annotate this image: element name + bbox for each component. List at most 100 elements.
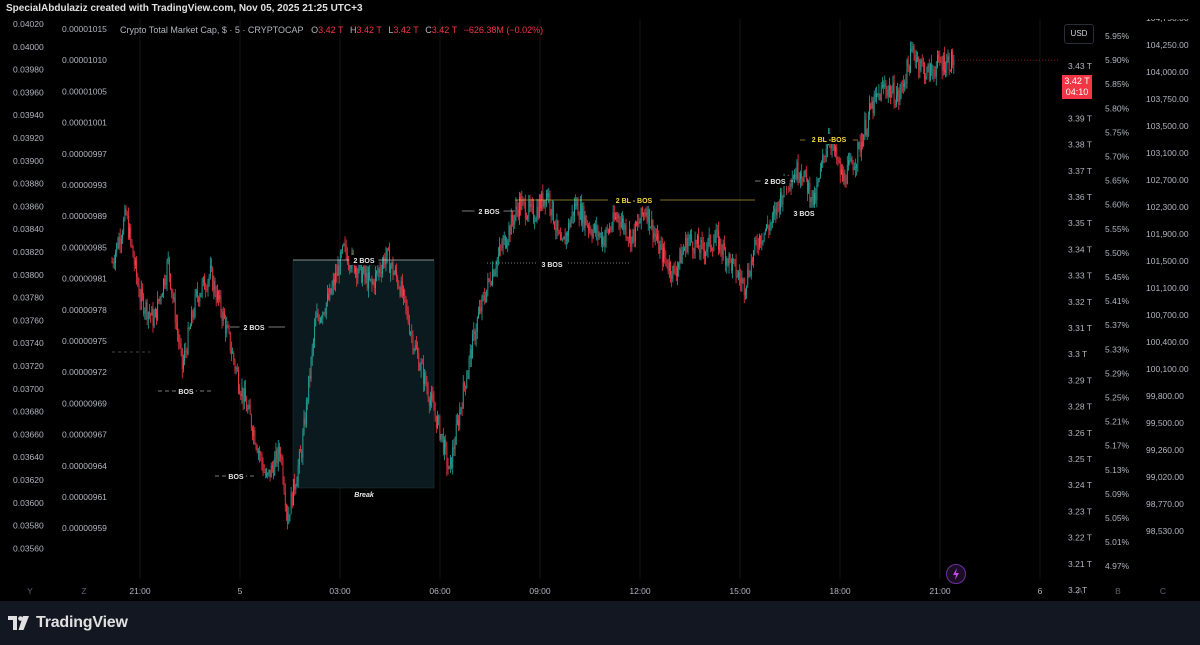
candle-body bbox=[732, 259, 733, 271]
currency-button[interactable]: USD bbox=[1064, 24, 1094, 44]
candle-body bbox=[755, 239, 757, 242]
tradingview-logo[interactable]: TradingView bbox=[8, 614, 128, 632]
candle-body bbox=[226, 325, 228, 334]
candle-body bbox=[277, 446, 279, 464]
candle-body bbox=[650, 227, 651, 229]
candle-body bbox=[115, 252, 116, 264]
candle-body bbox=[757, 247, 759, 248]
candle-body bbox=[346, 254, 348, 264]
candle-body bbox=[460, 407, 462, 411]
candle-body bbox=[920, 60, 922, 67]
candle-body bbox=[195, 290, 197, 295]
candle-body bbox=[548, 193, 550, 197]
candle-body bbox=[726, 258, 728, 265]
candle-body bbox=[612, 212, 614, 228]
candle-body bbox=[687, 239, 689, 252]
candle-body bbox=[496, 258, 498, 269]
right-axis-pct-label: 5.70% bbox=[1105, 152, 1130, 162]
candle-body bbox=[474, 330, 476, 341]
candle-body bbox=[623, 218, 625, 230]
candle-body bbox=[708, 235, 710, 240]
candle-body bbox=[848, 160, 849, 166]
right-axis-btc-label: 101,900.00 bbox=[1146, 229, 1189, 239]
candle-body bbox=[187, 327, 189, 354]
candle-body bbox=[592, 229, 594, 237]
lightning-icon[interactable] bbox=[946, 564, 966, 584]
candle-body bbox=[338, 265, 340, 275]
candle-body bbox=[510, 214, 512, 235]
left-axis-1-label: 0.04020 bbox=[13, 19, 44, 29]
candle-body bbox=[851, 158, 853, 165]
candle-body bbox=[706, 249, 708, 252]
candle-body bbox=[736, 276, 738, 277]
candle-body bbox=[618, 214, 620, 222]
candle-body bbox=[403, 289, 404, 296]
candle-body bbox=[363, 267, 365, 273]
price-chart[interactable]: 21:00 5 03:00 06:00 09:00 12:00 15:00 18:00 21:0… bbox=[0, 19, 1200, 601]
candle-body bbox=[137, 276, 139, 285]
candle-body bbox=[926, 68, 928, 77]
candle-body bbox=[819, 167, 821, 178]
left-axis-2-label: 0.00000964 bbox=[62, 461, 107, 471]
candle-body bbox=[504, 235, 506, 248]
candle-body bbox=[370, 278, 372, 280]
candle-body bbox=[831, 143, 833, 149]
axis-scale-button: Z bbox=[81, 586, 86, 596]
candle-body bbox=[172, 292, 174, 299]
candle-body bbox=[394, 269, 396, 274]
candle-body bbox=[220, 295, 222, 313]
candle-body bbox=[928, 64, 930, 80]
left-axis-1-label: 0.03840 bbox=[13, 224, 44, 234]
left-axis-2-label: 0.00000985 bbox=[62, 242, 107, 252]
candle-body bbox=[917, 57, 918, 59]
candle-body bbox=[841, 169, 842, 175]
candle-body bbox=[930, 63, 931, 80]
candle-body bbox=[125, 208, 127, 215]
candle-body bbox=[177, 323, 178, 334]
chart-area[interactable]: 21:00 5 03:00 06:00 09:00 12:00 15:00 18:00 21:0… bbox=[0, 19, 1200, 601]
candle-body bbox=[644, 213, 646, 216]
candle-body bbox=[218, 291, 219, 300]
candle-body bbox=[451, 457, 452, 469]
candle-body bbox=[602, 237, 603, 244]
annotation-label: Break bbox=[354, 492, 375, 499]
candle-body bbox=[626, 237, 628, 239]
candle-body bbox=[665, 257, 667, 260]
candle-body bbox=[151, 308, 153, 316]
candle-body bbox=[428, 398, 430, 406]
left-axis-1-label: 0.03640 bbox=[13, 452, 44, 462]
annotation-label: 2 BOS bbox=[243, 325, 264, 332]
candle-body bbox=[238, 371, 239, 390]
candle-body bbox=[183, 360, 184, 369]
candle-body bbox=[507, 240, 509, 246]
right-axis-pct-label: 5.29% bbox=[1105, 368, 1130, 378]
candle-body bbox=[124, 208, 126, 220]
right-axis-price-label: 3.3 T bbox=[1068, 349, 1087, 359]
candle-body bbox=[825, 149, 827, 158]
candle-body bbox=[537, 206, 539, 218]
candle-body bbox=[185, 350, 187, 352]
candle-body bbox=[267, 473, 269, 475]
right-axis-pct-label: 5.45% bbox=[1105, 272, 1130, 282]
candle-body bbox=[915, 58, 917, 63]
left-axis-2-label: 0.00001010 bbox=[62, 55, 107, 65]
candle-body bbox=[938, 55, 940, 58]
candle-body bbox=[558, 231, 560, 234]
candle-body bbox=[160, 296, 162, 298]
candle-body bbox=[197, 290, 198, 298]
left-axis-1-label: 0.03960 bbox=[13, 87, 44, 97]
candle-body bbox=[366, 273, 368, 289]
candle-body bbox=[527, 216, 529, 220]
candle-body bbox=[283, 481, 285, 493]
candle-body bbox=[322, 312, 324, 318]
candle-body bbox=[890, 86, 892, 97]
candle-body bbox=[763, 232, 765, 241]
candle-body bbox=[937, 55, 938, 67]
candle-body bbox=[208, 275, 210, 281]
candle-body bbox=[878, 93, 880, 96]
candle-body bbox=[572, 211, 574, 217]
candle-body bbox=[892, 82, 894, 92]
left-axis-1-label: 0.03780 bbox=[13, 293, 44, 303]
right-axis-btc-label: 101,500.00 bbox=[1146, 256, 1189, 266]
candle-body bbox=[308, 375, 310, 402]
